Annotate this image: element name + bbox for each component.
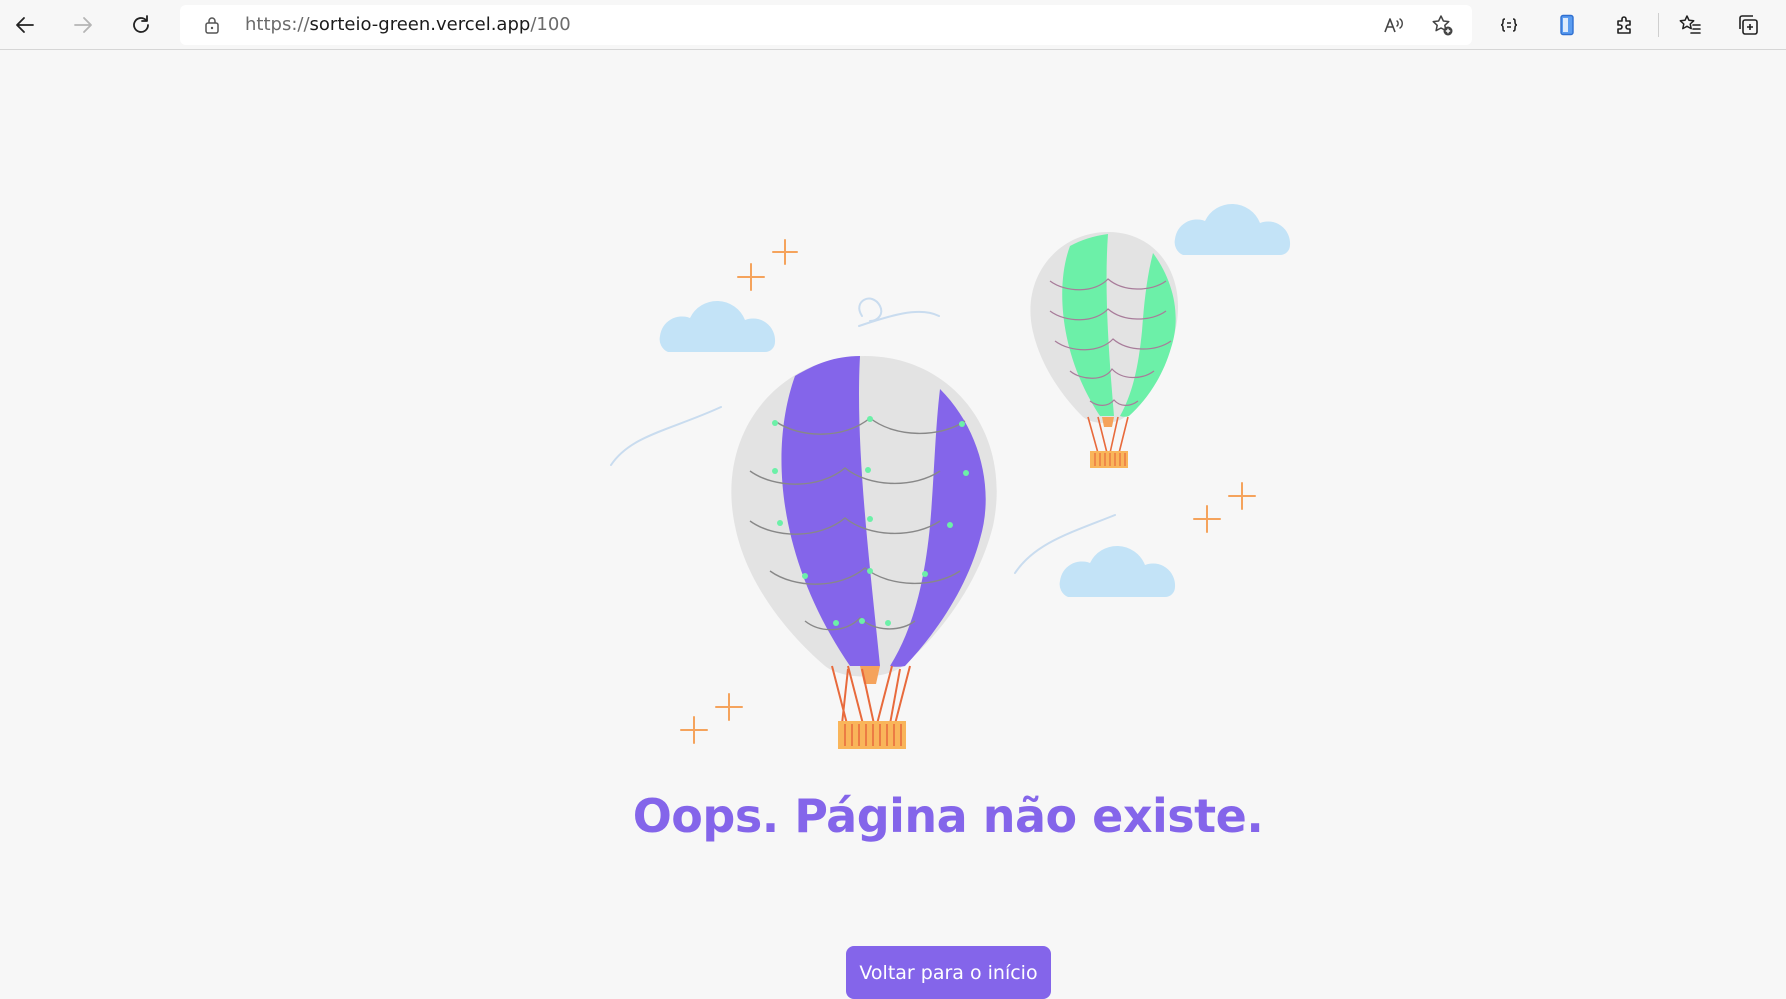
page-title: Oops. Página não existe. [632,789,1264,843]
browser-toolbar: https://sorteio-green.vercel.app/100 [0,0,1786,50]
lock-icon [205,17,219,34]
green-balloon [1030,232,1179,468]
url-host: sorteio-green.vercel.app [309,14,531,35]
hot-air-balloons-illustration [610,203,1291,749]
favorites-button[interactable] [1670,5,1710,45]
forward-arrow-icon [74,17,92,33]
refresh-button[interactable] [121,5,161,45]
url-path: /100 [530,14,571,35]
back-arrow-icon [16,17,34,33]
dev-tools-button[interactable] [1489,5,1529,45]
puzzle-icon [1617,16,1631,34]
purple-balloon [731,356,997,749]
refresh-icon [133,15,149,33]
address-bar[interactable]: https://sorteio-green.vercel.app/100 [180,5,1472,45]
collections-button[interactable] [1728,5,1768,45]
page-content: Oops. Página não existe. Voltar para o i… [0,51,1786,999]
extensions-button[interactable] [1605,5,1645,45]
url-scheme: https:// [245,14,310,35]
favorites-icon [1679,15,1701,34]
back-button[interactable] [5,5,45,45]
collections-icon [1739,15,1758,35]
forward-button[interactable] [63,5,103,45]
read-aloud-icon[interactable] [1382,13,1406,37]
back-to-home-button[interactable]: Voltar para o início [846,946,1051,999]
add-favorite-icon[interactable] [1430,13,1454,37]
phone-icon [1560,14,1574,36]
code-braces-icon [1500,18,1518,32]
phone-button[interactable] [1547,5,1587,45]
url-text[interactable]: https://sorteio-green.vercel.app/100 [245,14,571,35]
toolbar-separator [1658,13,1659,37]
